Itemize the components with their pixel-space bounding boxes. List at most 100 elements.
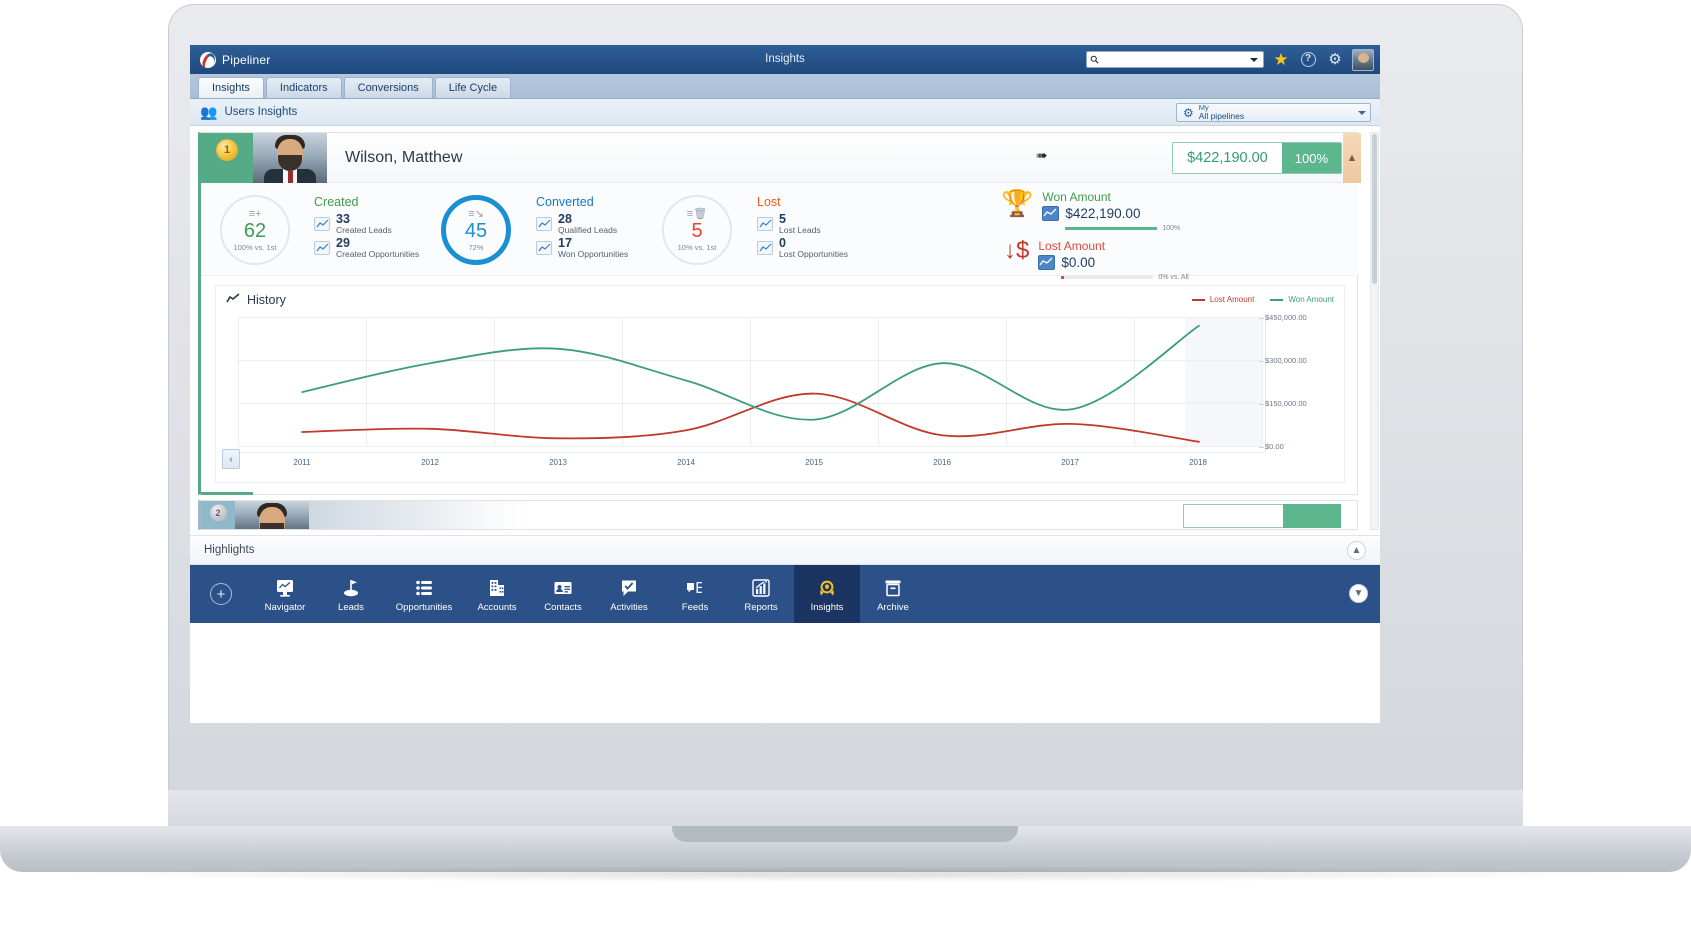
user-amount-chip: $422,190.00 100%: [1172, 142, 1342, 174]
kpi-title-converted: Converted: [536, 195, 628, 209]
chart-previous-button[interactable]: ‹: [222, 449, 240, 469]
line-chart-icon[interactable]: [757, 241, 773, 255]
nav-label: Archive: [877, 602, 909, 613]
brand: Pipeliner: [200, 52, 271, 68]
pipeline-filter-dropdown[interactable]: ⚙ My All pipelines: [1176, 103, 1371, 122]
kpi-ring-created: ≡+ 62 100% vs. 1st: [220, 195, 290, 265]
user-amount-value: $422,190.00: [1173, 143, 1282, 173]
kpi-label: Lost Opportunities: [779, 250, 848, 259]
won-amount-title: Won Amount: [1042, 190, 1180, 204]
trophy-icon: 🏆: [1001, 190, 1033, 216]
won-amount-bar: [1065, 227, 1157, 230]
collapse-card-button[interactable]: ▲: [1343, 133, 1361, 183]
add-button[interactable]: +: [190, 565, 252, 623]
nav-label: Leads: [338, 602, 364, 613]
list-add-icon: ≡+: [249, 209, 262, 220]
nav-item-feeds[interactable]: Feeds: [662, 565, 728, 623]
kpi-label: Created Opportunities: [336, 250, 419, 259]
chart-plot-area: [238, 317, 1263, 447]
help-button[interactable]: ?: [1298, 50, 1318, 70]
line-chart-icon[interactable]: [314, 217, 330, 231]
history-chart-panel: History Lost Amount Won Amount: [215, 285, 1345, 483]
legend-swatch: [1270, 299, 1283, 301]
kpi-title-lost: Lost: [757, 195, 848, 209]
highlights-bar[interactable]: Highlights ▲: [190, 535, 1380, 565]
brand-name: Pipeliner: [222, 53, 271, 67]
nav-item-reports[interactable]: Reports: [728, 565, 794, 623]
kpi-ring-converted-sub: 72%: [468, 243, 483, 252]
favorite-button[interactable]: ★: [1271, 50, 1291, 70]
history-header: History: [216, 286, 1344, 307]
chevron-down-icon[interactable]: [1358, 111, 1366, 115]
x-tick: 2015: [805, 458, 823, 467]
cards-scrollbar[interactable]: [1370, 132, 1379, 530]
laptop-shadow: [60, 866, 1630, 882]
nav-item-accounts[interactable]: Accounts: [464, 565, 530, 623]
kpi-ring-created-sub: 100% vs. 1st: [234, 243, 277, 252]
titlebar-actions: ★ ? ⚙: [1086, 45, 1374, 74]
kpi-label: Won Opportunities: [558, 250, 628, 259]
line-chart-icon[interactable]: [536, 241, 552, 255]
chart-y-axis: $450,000.00 $300,000.00 $150,000.00 $0.0…: [1265, 317, 1345, 457]
kpi-ring-converted: ≡↘ 45 72%: [441, 195, 511, 265]
contact-card-icon: [553, 576, 573, 598]
nav-item-contacts[interactable]: Contacts: [530, 565, 596, 623]
tab-indicators[interactable]: Indicators: [266, 77, 342, 98]
highlights-label: Highlights: [204, 544, 255, 556]
search-box[interactable]: [1086, 51, 1264, 68]
kpi-row: ≡+ 62 100% vs. 1st Created 33 Creat: [201, 183, 1358, 276]
nav-item-insights[interactable]: Insights: [794, 565, 860, 623]
kpi-line: 0 Lost Opportunities: [757, 237, 848, 259]
chevron-down-icon[interactable]: ▼: [1349, 584, 1368, 603]
nav-item-leads[interactable]: Leads: [318, 565, 384, 623]
scrollbar-thumb[interactable]: [1372, 134, 1377, 284]
line-chart-icon[interactable]: [757, 217, 773, 231]
lost-amount-bar-fill: [1061, 276, 1064, 279]
chart-series-svg: [238, 317, 1263, 447]
nav-label: Activities: [610, 602, 647, 613]
legend-item-won[interactable]: Won Amount: [1270, 295, 1334, 304]
line-chart-icon[interactable]: [536, 217, 552, 231]
search-dropdown-icon[interactable]: [1250, 58, 1258, 62]
nav-item-activities[interactable]: Activities: [596, 565, 662, 623]
kpi-line: 17 Won Opportunities: [536, 237, 628, 259]
list-delete-icon: ≡🗑: [687, 209, 707, 220]
y-tick: $0.00: [1265, 442, 1284, 451]
kpi-block-converted: Converted 28 Qualified Leads: [536, 195, 628, 259]
pipeline-filter-line2: All pipelines: [1199, 112, 1244, 121]
line-chart-icon: [226, 293, 240, 307]
kpi-title-created: Created: [314, 195, 419, 209]
nav-item-navigator[interactable]: Navigator: [252, 565, 318, 623]
stack-list-icon: [414, 576, 434, 598]
plus-icon: +: [210, 583, 232, 605]
card2-amount-chip: [1183, 504, 1341, 528]
tab-insights[interactable]: Insights: [198, 77, 264, 98]
line-chart-icon[interactable]: [1042, 206, 1059, 221]
rank-badge: 2: [201, 501, 235, 530]
rank-badge: 1: [201, 133, 253, 183]
search-input[interactable]: [1099, 53, 1250, 66]
tab-conversions[interactable]: Conversions: [344, 77, 433, 98]
settings-button[interactable]: ⚙: [1325, 50, 1345, 70]
gear-icon: ⚙: [1183, 106, 1194, 120]
chart-legend: Lost Amount Won Amount: [1192, 295, 1334, 304]
pipeliner-logo-icon: [200, 52, 216, 68]
legend-swatch: [1192, 299, 1205, 301]
legend-item-lost[interactable]: Lost Amount: [1192, 295, 1254, 304]
account-avatar[interactable]: [1352, 49, 1374, 71]
list-convert-icon: ≡↘: [468, 209, 484, 220]
nav-item-opportunities[interactable]: Opportunities: [384, 565, 464, 623]
line-chart-icon[interactable]: [1038, 255, 1055, 270]
chevron-up-icon[interactable]: ▲: [1347, 541, 1366, 560]
tab-life-cycle[interactable]: Life Cycle: [435, 77, 511, 98]
bottom-navigation: + Navigator Leads: [190, 565, 1380, 623]
kpi-line: 5 Lost Leads: [757, 213, 848, 235]
user-insight-card-2[interactable]: 2: [198, 500, 1358, 530]
subheader: 👥 Users Insights ⚙ My All pipelines: [190, 99, 1380, 126]
line-chart-icon[interactable]: [314, 241, 330, 255]
gear-icon: ⚙: [1328, 52, 1341, 67]
page-title: Users Insights: [224, 106, 297, 118]
bar-chart-arrow-icon: [751, 576, 771, 598]
nav-item-archive[interactable]: Archive: [860, 565, 926, 623]
tabbar: Insights Indicators Conversions Life Cyc…: [190, 74, 1380, 99]
